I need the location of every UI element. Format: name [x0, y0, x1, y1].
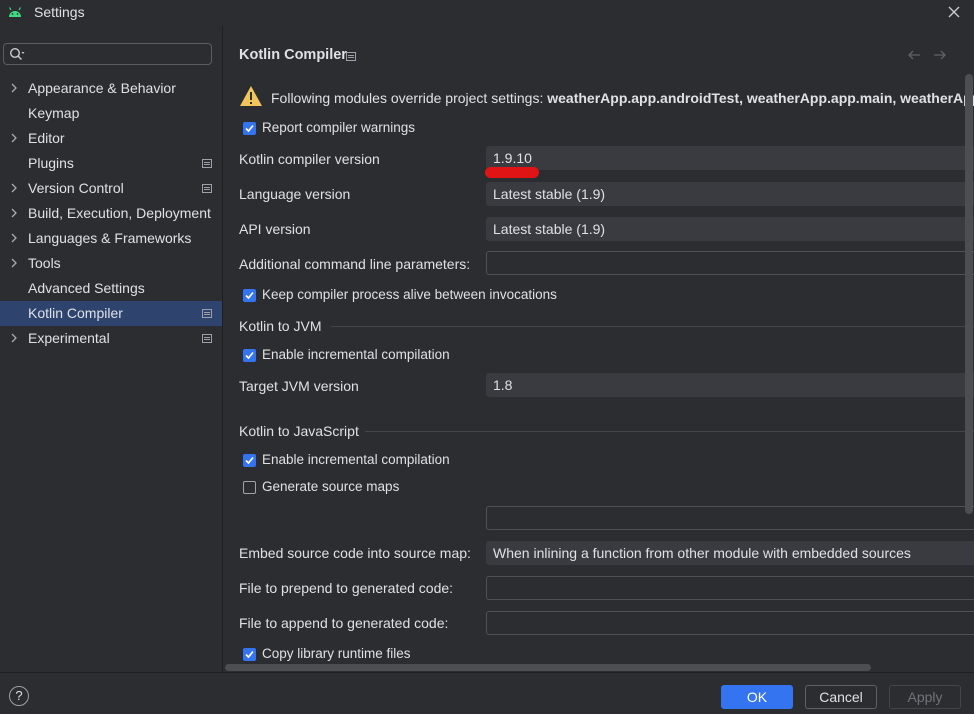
sidebar-item-label: Tools: [28, 255, 61, 271]
sidebar-item-advanced-settings[interactable]: Advanced Settings: [0, 276, 222, 301]
sidebar-item-label: Plugins: [28, 155, 74, 171]
sidebar-item-label: Experimental: [28, 330, 110, 346]
chevron-right-icon[interactable]: [9, 133, 19, 143]
embed-source-label: Embed source code into source map:: [239, 545, 471, 561]
sidebar-item-version-control[interactable]: Version Control: [0, 176, 222, 201]
compiler-version-value: 1.9.10: [493, 150, 532, 166]
sidebar-item-label: Editor: [28, 130, 65, 146]
cmd-params-label: Additional command line parameters:: [239, 256, 471, 272]
dialog-footer: ? OK Cancel Apply: [0, 672, 974, 714]
compiler-version-field[interactable]: 1.9.10: [486, 146, 974, 170]
window-title: Settings: [34, 4, 85, 20]
jvm-incremental-label[interactable]: Enable incremental compilation: [262, 347, 450, 362]
report-warnings-checkbox[interactable]: [243, 122, 256, 135]
help-button[interactable]: ?: [9, 686, 29, 706]
vertical-scrollbar[interactable]: [965, 74, 973, 514]
report-warnings-label[interactable]: Report compiler warnings: [262, 120, 415, 135]
cmd-params-input[interactable]: [486, 251, 974, 275]
chevron-right-icon[interactable]: [9, 83, 19, 93]
api-version-dropdown[interactable]: Latest stable (1.9): [486, 217, 974, 241]
sidebar-item-appearance-behavior[interactable]: Appearance & Behavior: [0, 76, 222, 101]
red-annotation-mark: [485, 167, 539, 178]
chevron-right-icon[interactable]: [9, 233, 19, 243]
compiler-version-label: Kotlin compiler version: [239, 151, 380, 167]
language-version-value: Latest stable (1.9): [493, 186, 606, 202]
search-icon: [9, 47, 25, 60]
sidebar-item-languages-frameworks[interactable]: Languages & Frameworks: [0, 226, 222, 251]
sidebar-item-build-execution-deployment[interactable]: Build, Execution, Deployment: [0, 201, 222, 226]
back-arrow-icon[interactable]: [907, 49, 921, 61]
prepend-file-input[interactable]: [486, 576, 974, 600]
forward-arrow-icon[interactable]: [933, 49, 947, 61]
source-maps-checkbox[interactable]: [243, 481, 256, 494]
warning-modules[interactable]: weatherApp.app.androidTest, weatherApp.a…: [547, 90, 974, 106]
api-version-label: API version: [239, 221, 311, 237]
embed-source-value: When inlining a function from other modu…: [493, 545, 911, 561]
sidebar-item-kotlin-compiler[interactable]: Kotlin Compiler: [0, 301, 222, 326]
sidebar-item-label: Languages & Frameworks: [28, 230, 192, 246]
sidebar-item-tools[interactable]: Tools: [0, 251, 222, 276]
keep-alive-label[interactable]: Keep compiler process alive between invo…: [262, 287, 557, 302]
sidebar-item-label: Keymap: [28, 105, 80, 121]
page-title: Kotlin Compiler: [239, 47, 347, 63]
keep-alive-checkbox[interactable]: [243, 289, 256, 302]
horizontal-scrollbar[interactable]: [225, 664, 871, 671]
apply-button[interactable]: Apply: [889, 685, 961, 709]
prepend-file-label: File to prepend to generated code:: [239, 580, 454, 596]
sidebar-item-label: Advanced Settings: [28, 280, 145, 296]
search-input[interactable]: [30, 45, 208, 63]
ok-button[interactable]: OK: [721, 685, 793, 709]
settings-sidebar: Appearance & Behavior Keymap Editor Plug…: [0, 26, 222, 672]
sidebar-item-label: Appearance & Behavior: [28, 80, 176, 96]
copy-runtime-label[interactable]: Copy library runtime files: [262, 646, 411, 661]
sidebar-item-editor[interactable]: Editor: [0, 126, 222, 151]
project-scope-icon: [202, 334, 212, 343]
js-incremental-label[interactable]: Enable incremental compilation: [262, 452, 450, 467]
cancel-button[interactable]: Cancel: [805, 685, 877, 709]
sidebar-item-label: Build, Execution, Deployment: [28, 205, 211, 221]
sidebar-item-experimental[interactable]: Experimental: [0, 326, 222, 351]
close-icon[interactable]: [946, 4, 962, 20]
warning-icon: [240, 86, 262, 106]
sidebar-item-label: Version Control: [28, 180, 124, 196]
section-kotlin-js: Kotlin to JavaScript: [239, 423, 359, 439]
api-version-value: Latest stable (1.9): [493, 221, 606, 237]
sidebar-item-plugins[interactable]: Plugins: [0, 151, 222, 176]
target-jvm-dropdown[interactable]: 1.8: [486, 373, 974, 397]
settings-search[interactable]: [3, 43, 212, 65]
warning-prefix: Following modules override project setti…: [271, 90, 548, 106]
settings-content: Kotlin Compiler Following modules overri…: [223, 26, 974, 672]
section-divider: [365, 431, 974, 432]
chevron-right-icon[interactable]: [9, 333, 19, 343]
embed-source-dropdown[interactable]: When inlining a function from other modu…: [486, 541, 974, 565]
source-map-prefix-input[interactable]: [486, 506, 974, 530]
section-kotlin-jvm: Kotlin to JVM: [239, 318, 322, 334]
append-file-input[interactable]: [486, 611, 974, 635]
target-jvm-label: Target JVM version: [239, 378, 359, 394]
title-bar: Settings: [0, 0, 974, 26]
target-jvm-value: 1.8: [493, 377, 513, 393]
source-maps-label[interactable]: Generate source maps: [262, 479, 399, 494]
chevron-right-icon[interactable]: [9, 183, 19, 193]
jvm-incremental-checkbox[interactable]: [243, 349, 256, 362]
chevron-right-icon[interactable]: [9, 208, 19, 218]
copy-runtime-checkbox[interactable]: [243, 648, 256, 661]
project-scope-icon: [202, 159, 212, 168]
project-scope-icon: [202, 184, 212, 193]
chevron-right-icon[interactable]: [9, 258, 19, 268]
language-version-label: Language version: [239, 186, 351, 202]
section-divider: [331, 326, 974, 327]
project-scope-icon: [202, 309, 212, 318]
android-icon: [8, 7, 22, 17]
sidebar-item-keymap[interactable]: Keymap: [0, 101, 222, 126]
sidebar-item-label: Kotlin Compiler: [28, 305, 123, 321]
language-version-dropdown[interactable]: Latest stable (1.9): [486, 182, 974, 206]
js-incremental-checkbox[interactable]: [243, 454, 256, 467]
append-file-label: File to append to generated code:: [239, 615, 449, 631]
override-warning: Following modules override project setti…: [271, 90, 974, 106]
project-scope-icon: [346, 52, 356, 61]
